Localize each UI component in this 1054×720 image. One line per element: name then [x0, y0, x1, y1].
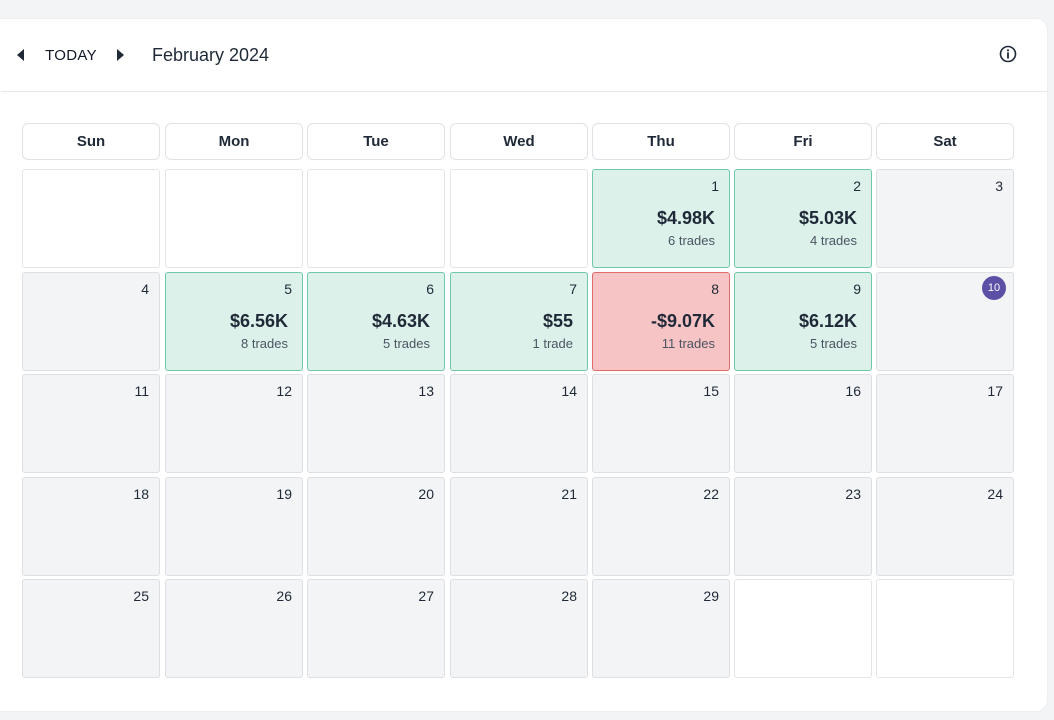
calendar-day-cell[interactable]: 16: [734, 374, 872, 473]
day-number: 21: [561, 486, 577, 502]
day-number: 13: [418, 383, 434, 399]
calendar-day-cell[interactable]: 26: [165, 579, 303, 678]
calendar-empty-cell: [165, 169, 303, 268]
calendar-empty-cell: [734, 579, 872, 678]
chevron-right-icon: [116, 49, 124, 61]
daily-pnl: $55: [542, 311, 573, 331]
calendar-day-cell[interactable]: 3: [876, 169, 1014, 268]
calendar-day-cell[interactable]: 28: [450, 579, 588, 678]
day-number: 2: [853, 178, 861, 194]
next-month-button[interactable]: [113, 43, 127, 67]
daily-pnl: $4.98K: [656, 208, 715, 228]
weekday-header: Tue: [307, 123, 445, 160]
calendar-day-cell[interactable]: 23: [734, 477, 872, 576]
calendar-day-cell[interactable]: 4: [22, 272, 160, 371]
weekday-header: Sat: [876, 123, 1014, 160]
trade-count: 4 trades: [810, 233, 857, 248]
calendar-day-cell[interactable]: 13: [307, 374, 445, 473]
trade-count: 8 trades: [241, 336, 288, 351]
day-number: 4: [141, 281, 149, 297]
day-number: 24: [987, 486, 1003, 502]
day-number: 11: [134, 383, 149, 399]
today-button[interactable]: TODAY: [43, 43, 99, 67]
day-number: 9: [853, 281, 861, 297]
day-number: 28: [561, 588, 577, 604]
calendar-empty-cell: [876, 579, 1014, 678]
day-number: 29: [703, 588, 719, 604]
day-number: 12: [276, 383, 292, 399]
info-button[interactable]: [999, 45, 1017, 63]
day-number: 23: [845, 486, 861, 502]
trade-count: 5 trades: [383, 336, 430, 351]
calendar-day-cell[interactable]: 5 $6.56K 8 trades: [165, 272, 303, 371]
prev-month-button[interactable]: [13, 43, 27, 67]
info-icon: [999, 45, 1017, 63]
trade-count: 11 trades: [661, 336, 715, 351]
calendar-toolbar: TODAY February 2024: [1, 19, 1047, 92]
day-number: 26: [276, 588, 292, 604]
calendar-day-cell[interactable]: 22: [592, 477, 730, 576]
calendar-day-cell[interactable]: 25: [22, 579, 160, 678]
day-number: 19: [276, 486, 292, 502]
day-number: 17: [987, 383, 1003, 399]
calendar-day-cell[interactable]: 14: [450, 374, 588, 473]
calendar-empty-cell: [450, 169, 588, 268]
calendar-day-cell[interactable]: 21: [450, 477, 588, 576]
trade-count: 1 trade: [532, 336, 573, 351]
weekday-header: Fri: [734, 123, 872, 160]
calendar-day-cell[interactable]: 18: [22, 477, 160, 576]
daily-pnl: $6.12K: [798, 311, 857, 331]
calendar-day-cell[interactable]: 19: [165, 477, 303, 576]
day-number: 18: [133, 486, 149, 502]
calendar-empty-cell: [307, 169, 445, 268]
day-number: 5: [284, 281, 292, 297]
calendar-day-cell[interactable]: 27: [307, 579, 445, 678]
weekday-header: Mon: [165, 123, 303, 160]
day-number: 22: [703, 486, 719, 502]
weekday-header: Thu: [592, 123, 730, 160]
weekday-header: Sun: [22, 123, 160, 160]
calendar-card: TODAY February 2024 Sun Mon Tue Wed Thu Fri Sa…: [0, 18, 1048, 712]
day-number: 27: [418, 588, 434, 604]
calendar-day-cell[interactable]: 10: [876, 272, 1014, 371]
day-number: 15: [703, 383, 719, 399]
day-number: 6: [426, 281, 434, 297]
calendar-day-cell[interactable]: 29: [592, 579, 730, 678]
calendar-day-cell[interactable]: 17: [876, 374, 1014, 473]
day-number: 7: [569, 281, 577, 297]
calendar-day-cell[interactable]: 9 $6.12K 5 trades: [734, 272, 872, 371]
day-number: 3: [995, 178, 1003, 194]
calendar-day-cell[interactable]: 24: [876, 477, 1014, 576]
calendar-day-cell[interactable]: 12: [165, 374, 303, 473]
calendar-day-cell[interactable]: 20: [307, 477, 445, 576]
calendar-day-cell[interactable]: 8 -$9.07K 11 trades: [592, 272, 730, 371]
daily-pnl: $4.63K: [371, 311, 430, 331]
daily-pnl: $6.56K: [229, 311, 288, 331]
day-number: 14: [561, 383, 577, 399]
weekday-header: Wed: [450, 123, 588, 160]
calendar-day-cell[interactable]: 2 $5.03K 4 trades: [734, 169, 872, 268]
daily-pnl: -$9.07K: [650, 311, 715, 331]
day-number: 20: [418, 486, 434, 502]
daily-pnl: $5.03K: [798, 208, 857, 228]
calendar-day-cell[interactable]: 15: [592, 374, 730, 473]
calendar-day-cell[interactable]: 11: [22, 374, 160, 473]
calendar-day-cell[interactable]: 1 $4.98K 6 trades: [592, 169, 730, 268]
day-number: 1: [711, 178, 719, 194]
trade-count: 5 trades: [810, 336, 857, 351]
calendar-day-cell[interactable]: 7 $55 1 trade: [450, 272, 588, 371]
trade-count: 6 trades: [668, 233, 715, 248]
month-title: February 2024: [152, 45, 270, 65]
day-number: 8: [711, 281, 719, 297]
today-badge: 10: [982, 276, 1006, 300]
calendar-day-cell[interactable]: 6 $4.63K 5 trades: [307, 272, 445, 371]
calendar-empty-cell: [22, 169, 160, 268]
day-number: 25: [133, 588, 149, 604]
day-number: 16: [845, 383, 861, 399]
chevron-left-icon: [16, 49, 24, 61]
